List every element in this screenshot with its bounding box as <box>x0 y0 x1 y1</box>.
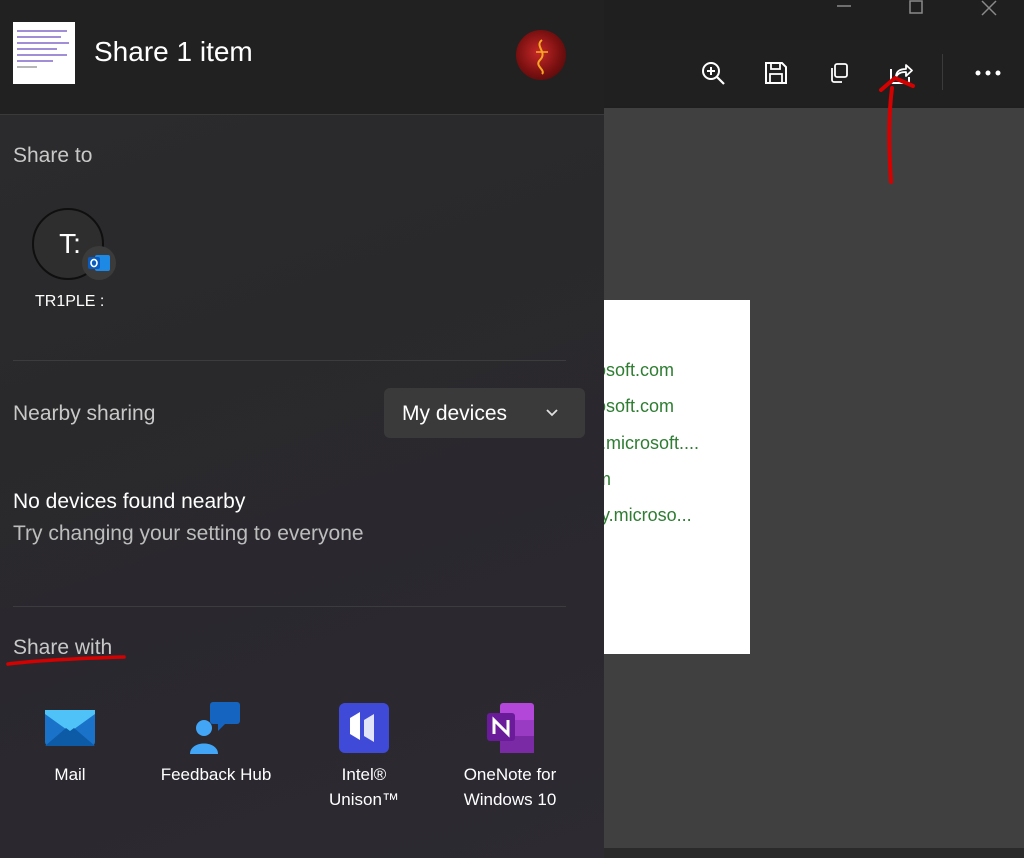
share-flyout: Share 1 item Share to T: TR1PLE : Nearby… <box>0 0 604 858</box>
no-devices-message: No devices found nearby <box>13 490 246 513</box>
share-header: Share 1 item <box>0 0 604 115</box>
intel-unison-icon <box>336 700 392 756</box>
zoom-in-icon[interactable] <box>696 56 730 90</box>
onenote-icon <box>482 700 538 756</box>
document-link-line: ty.microso... <box>604 505 692 525</box>
document-link-line: osoft.com <box>604 360 675 380</box>
photos-app-window: osoft.com osoft.com t.microsoft.... m ty… <box>604 0 1024 858</box>
document-link-line: t.microsoft.... <box>604 433 700 453</box>
divider <box>13 606 566 607</box>
document-link-line: m <box>604 469 611 490</box>
share-app-intel-unison[interactable]: Intel® Unison™ <box>294 700 434 812</box>
minimize-button[interactable] <box>836 0 852 20</box>
share-icon[interactable] <box>884 56 918 90</box>
document-link-line: osoft.com <box>604 396 675 416</box>
share-to-heading: Share to <box>13 144 93 167</box>
mail-icon <box>42 700 98 756</box>
nearby-sharing-dropdown[interactable]: My devices <box>384 388 585 438</box>
app-label: Mail <box>54 765 86 784</box>
app-label: Feedback Hub <box>160 765 272 784</box>
more-options-icon[interactable] <box>971 56 1005 90</box>
share-with-heading: Share with <box>13 636 113 659</box>
divider <box>13 360 566 361</box>
share-app-onenote[interactable]: OneNote for Windows 10 <box>440 700 580 812</box>
maximize-button[interactable] <box>908 0 924 20</box>
app-label: OneNote for Windows 10 <box>463 765 557 809</box>
share-app-feedback-hub[interactable]: Feedback Hub <box>146 700 286 787</box>
shared-item-thumbnail <box>13 22 75 84</box>
avatar[interactable] <box>516 30 566 80</box>
viewer-toolbar <box>604 40 1024 106</box>
app-label: Intel® Unison™ <box>329 765 399 809</box>
contact-name[interactable]: TR1PLE : <box>35 293 104 311</box>
save-icon[interactable] <box>759 56 793 90</box>
viewer-bottom-bar <box>604 848 1024 858</box>
copy-icon[interactable] <box>822 56 856 90</box>
nearby-hint: Try changing your setting to everyone <box>13 522 364 545</box>
nearby-sharing-heading: Nearby sharing <box>13 402 156 425</box>
close-button[interactable] <box>980 0 998 20</box>
document-image: osoft.com osoft.com t.microsoft.... m ty… <box>604 300 750 654</box>
share-title: Share 1 item <box>94 36 253 67</box>
share-app-mail[interactable]: Mail <box>0 700 140 787</box>
feedback-hub-icon <box>188 700 244 756</box>
chevron-down-icon <box>544 406 560 424</box>
toolbar-separator <box>942 54 943 90</box>
outlook-icon <box>82 246 116 280</box>
dropdown-selected-value: My devices <box>402 402 508 425</box>
